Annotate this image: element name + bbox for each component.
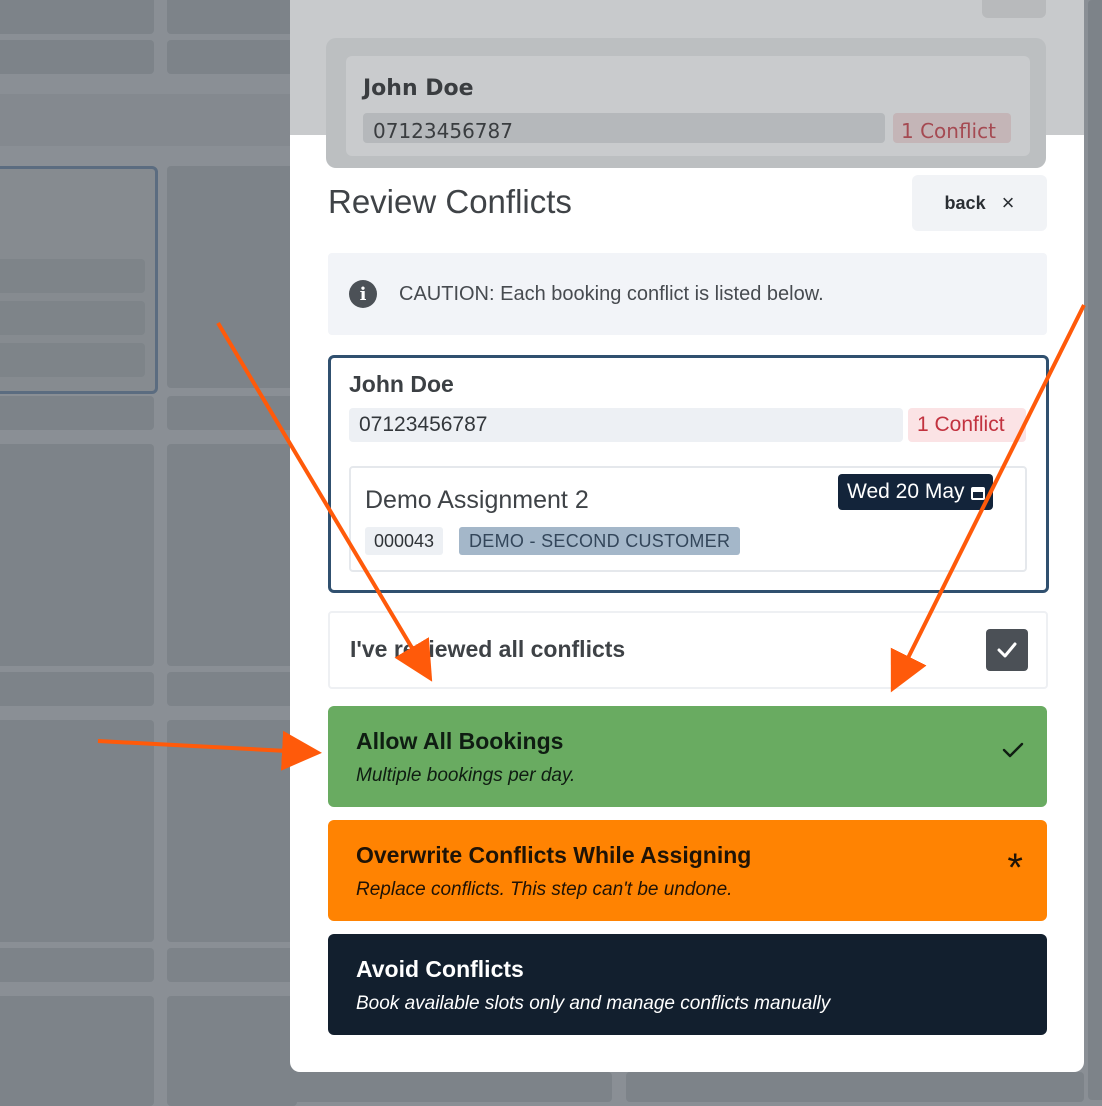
option-title: Overwrite Conflicts While Assigning [356, 842, 752, 868]
reviewed-all-checkbox[interactable] [986, 629, 1028, 671]
bg-cell [167, 396, 297, 430]
bg-cell [1088, 0, 1102, 1100]
bg-bar [0, 301, 145, 335]
conflict-count-badge: 1 Conflict [908, 408, 1026, 442]
option-subtitle: Replace conflicts. This step can't be un… [356, 879, 733, 900]
reviewed-all-row[interactable]: I've reviewed all conflicts [328, 611, 1048, 689]
assignment-date: Wed 20 May [847, 480, 965, 503]
bg-cell [167, 0, 297, 34]
bg-selected-cell [0, 166, 158, 394]
back-button[interactable]: back × [912, 175, 1047, 231]
bg-cell [0, 444, 154, 666]
bg-cell [0, 948, 154, 982]
option-title: Avoid Conflicts [356, 956, 524, 982]
info-icon: i [349, 280, 377, 308]
bg-cell [167, 996, 297, 1106]
allow-all-bookings-option[interactable]: Allow All Bookings Multiple bookings per… [328, 706, 1047, 807]
bg-cell [167, 166, 297, 388]
option-subtitle: Multiple bookings per day. [356, 765, 576, 786]
bg-cell [0, 672, 154, 706]
bg-cell [0, 720, 154, 942]
underlying-conflict-badge: 1 Conflict [893, 113, 1011, 143]
bg-cell [167, 444, 297, 666]
assignment-date-badge: Wed 20 May [838, 474, 993, 510]
bg-cell [0, 40, 154, 74]
reviewed-all-label: I've reviewed all conflicts [350, 636, 626, 662]
bg-cell [290, 1072, 612, 1102]
underlying-panel: John Doe 07123456787 1 Conflict [290, 0, 1084, 168]
modal-title: Review Conflicts [328, 183, 572, 220]
bg-cell [167, 948, 297, 982]
overwrite-conflicts-option[interactable]: Overwrite Conflicts While Assigning Repl… [328, 820, 1047, 921]
option-title: Allow All Bookings [356, 728, 564, 754]
bg-cell [167, 40, 297, 74]
assignment-title: Demo Assignment 2 [365, 486, 589, 514]
bg-cell [0, 0, 154, 34]
person-phone: 07123456787 [349, 408, 903, 442]
person-name: John Doe [349, 371, 454, 397]
underlying-button [982, 0, 1046, 18]
underlying-person-name: John Doe [363, 76, 474, 101]
back-label: back [944, 192, 986, 213]
assignment-code: 000043 [365, 527, 444, 555]
calendar-icon [970, 484, 985, 500]
bg-cell [167, 720, 297, 942]
avoid-conflicts-option[interactable]: Avoid Conflicts Book available slots onl… [328, 934, 1047, 1035]
checkmark-icon [997, 642, 1017, 658]
bg-cell [167, 672, 297, 706]
bg-cell [626, 1072, 1084, 1102]
bg-row-header [0, 94, 300, 146]
close-icon: × [1001, 190, 1015, 215]
bg-cell [0, 996, 154, 1106]
bg-bar [0, 343, 145, 377]
assignment-card[interactable]: Demo Assignment 2 Wed 20 May 000043 DEMO… [349, 466, 1027, 572]
bg-cell [0, 396, 154, 430]
caution-text: CAUTION: Each booking conflict is listed… [399, 282, 824, 305]
customer-badge: DEMO - SECOND CUSTOMER [459, 527, 741, 555]
asterisk-icon: * [1007, 846, 1023, 890]
underlying-phone: 07123456787 [363, 113, 885, 143]
review-conflicts-modal: John Doe 07123456787 1 Conflict Review C… [290, 0, 1084, 1072]
caution-banner: i CAUTION: Each booking conflict is list… [328, 253, 1047, 335]
option-subtitle: Book available slots only and manage con… [356, 993, 831, 1014]
check-icon [1001, 740, 1025, 763]
bg-bar [0, 259, 145, 293]
conflict-person-card: John Doe 07123456787 1 Conflict Demo Ass… [328, 355, 1049, 593]
